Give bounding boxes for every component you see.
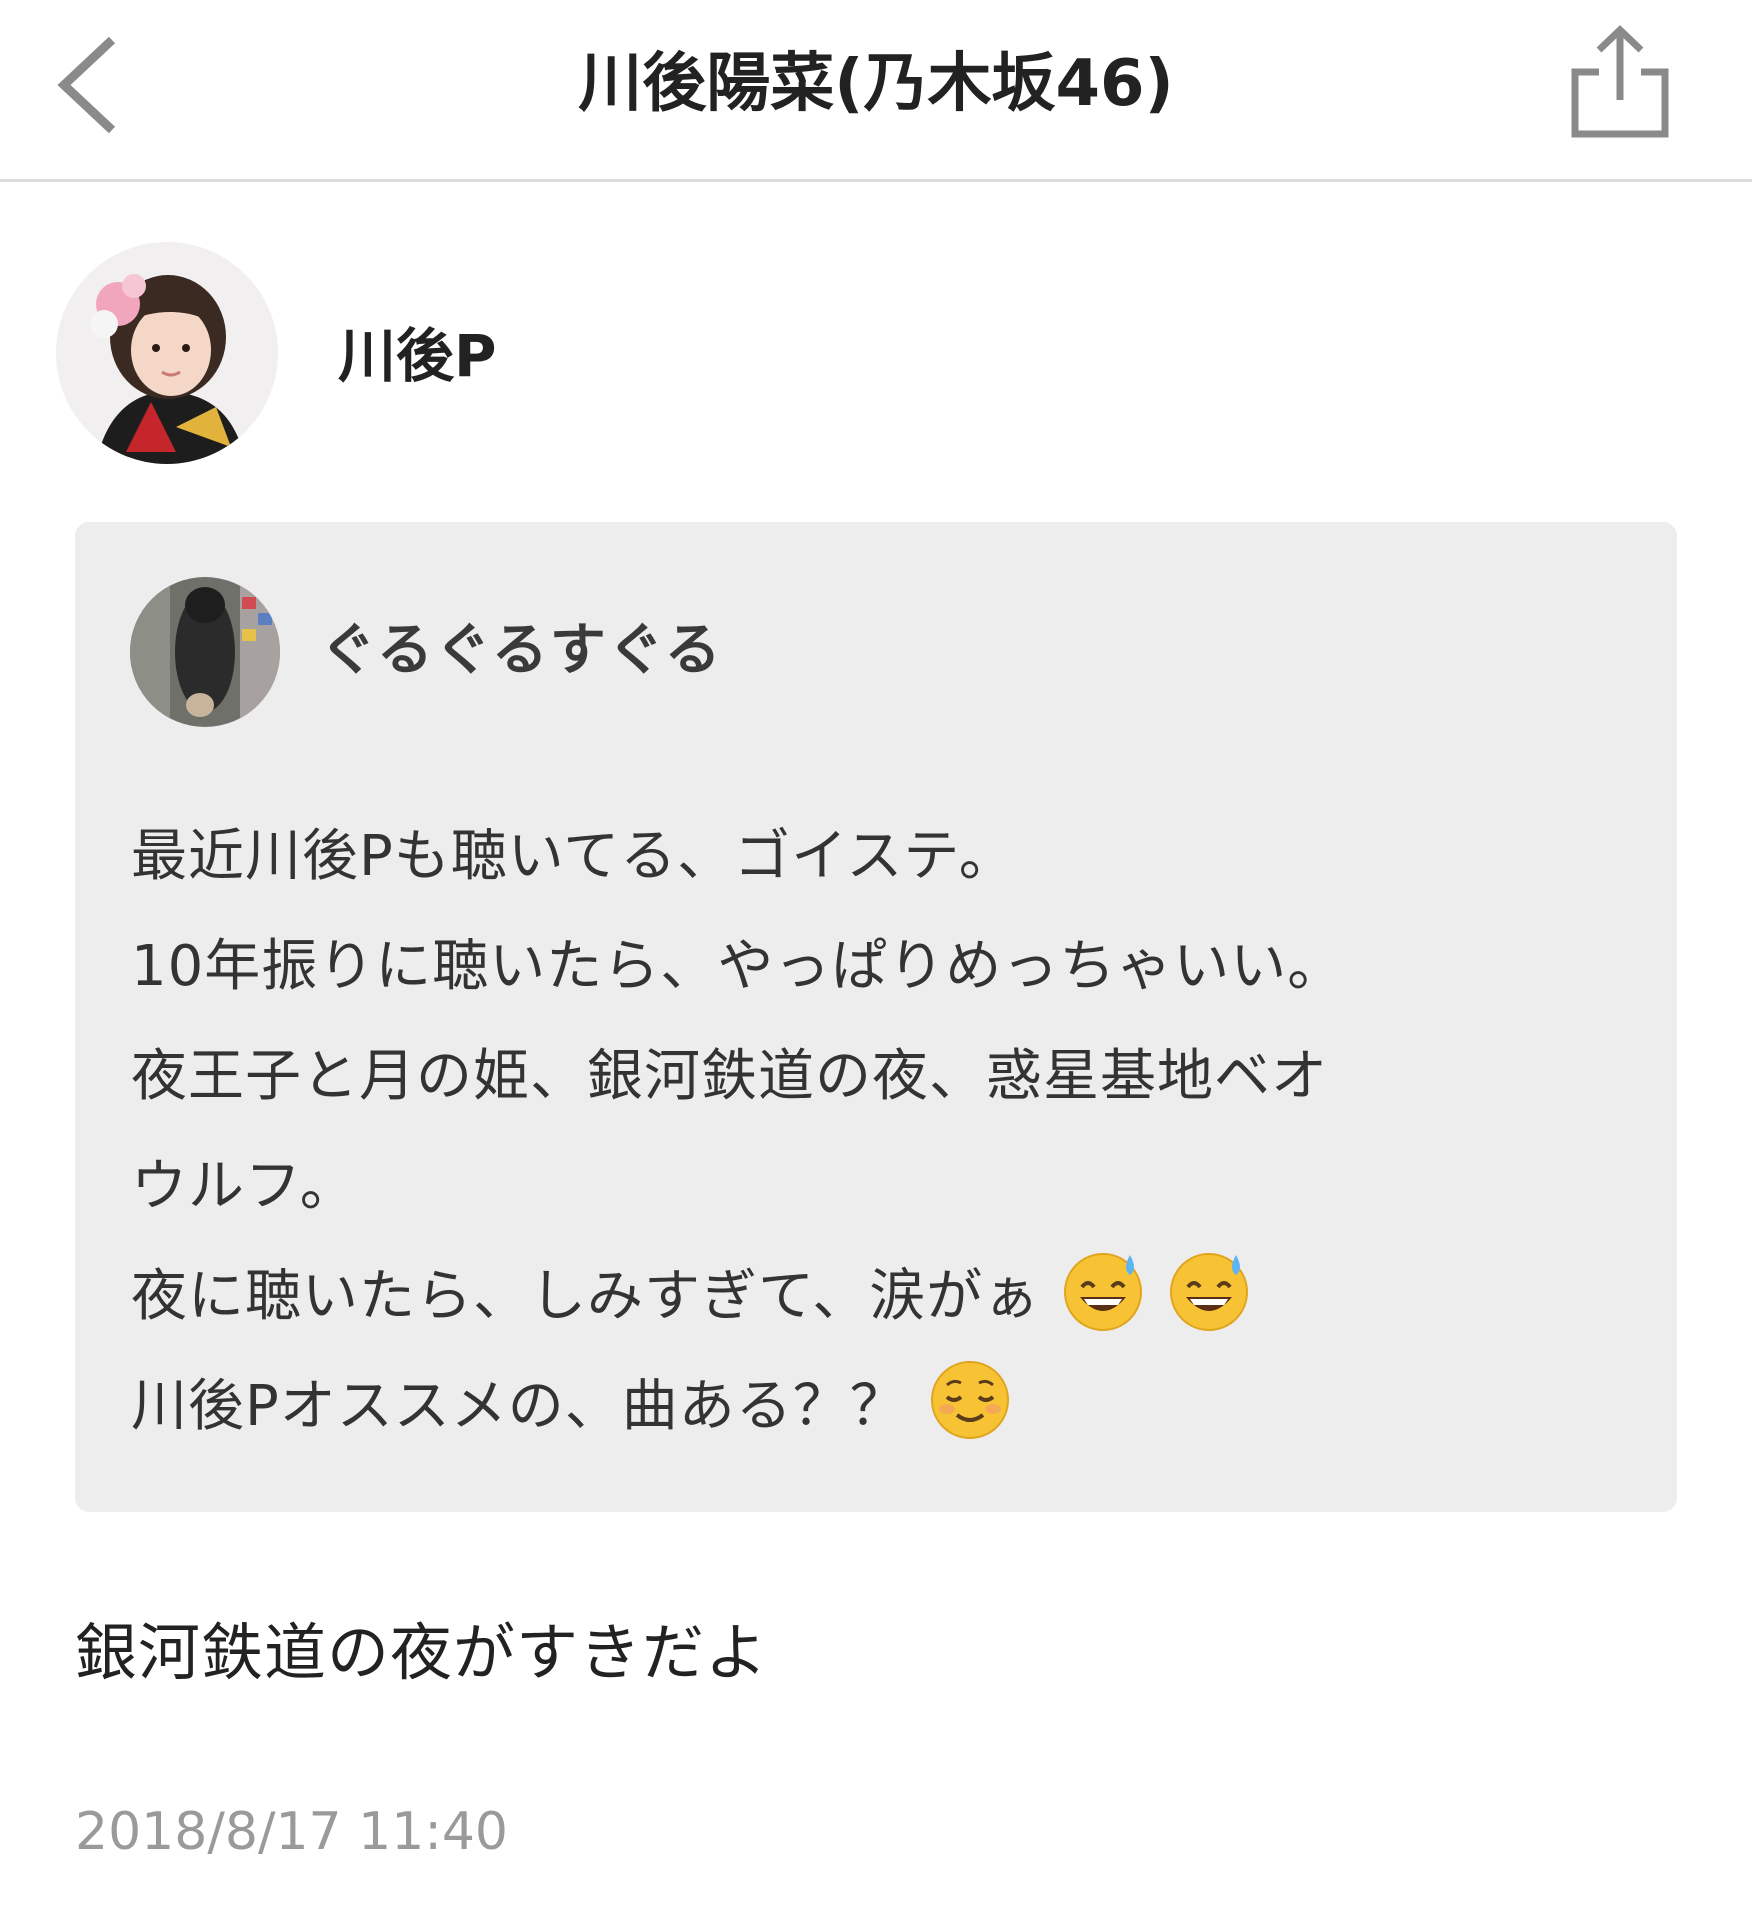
grinning-sweat-emoji [1170,1253,1249,1331]
quoted-message-line: ウルフ。 [131,1154,357,1219]
quoted-message-line-text: 夜に聴いたら、しみすぎて、涙がぁ [131,1264,1041,1329]
quoted-message-line-text: 川後Pオススメの、曲ある？？ [131,1374,907,1439]
page-title: 川後陽菜(乃木坂46) [578,47,1174,121]
quoted-message-line-with-emoji: 川後Pオススメの、曲ある？？ [131,1352,1651,1462]
author-name: 川後P [338,322,497,390]
quoted-user-avatar[interactable] [130,577,280,727]
quoted-message-line: 最近川後Pも聴いてる、ゴイステ。 [131,824,1016,889]
quoted-user-avatar-image [130,577,280,727]
quoted-message-card: ぐるぐるすぐる 最近川後Pも聴いてる、ゴイステ。 10年振りに聴いたら、やっぱり… [75,522,1677,1512]
quoted-message-line-with-emoji: 夜に聴いたら、しみすぎて、涙がぁ [131,1242,1651,1352]
message-timestamp: 2018/8/17 11:40 [75,1802,509,1862]
share-icon [1571,25,1669,138]
chevron-left-icon [57,36,116,134]
reply-message-text: 銀河鉄道の夜がすきだよ [75,1616,769,1689]
back-button[interactable] [50,30,130,140]
top-navigation-bar: 川後陽菜(乃木坂46) [0,0,1752,182]
quoted-user-name: ぐるぐるすぐる [320,618,723,683]
quoted-message-body: 最近川後Pも聴いてる、ゴイステ。 10年振りに聴いたら、やっぱりめっちゃいい。 … [131,802,1651,1462]
quoted-message-line: 夜王子と月の姫、銀河鉄道の夜、惑星基地ベオ [131,1044,1328,1109]
author-avatar[interactable] [56,242,278,464]
share-button[interactable] [1565,22,1675,142]
quoted-message-line: 10年振りに聴いたら、やっぱりめっちゃいい。 [131,934,1345,999]
relieved-face-emoji [930,1361,1009,1439]
grinning-sweat-emoji [1064,1253,1143,1331]
author-avatar-image [56,242,278,464]
